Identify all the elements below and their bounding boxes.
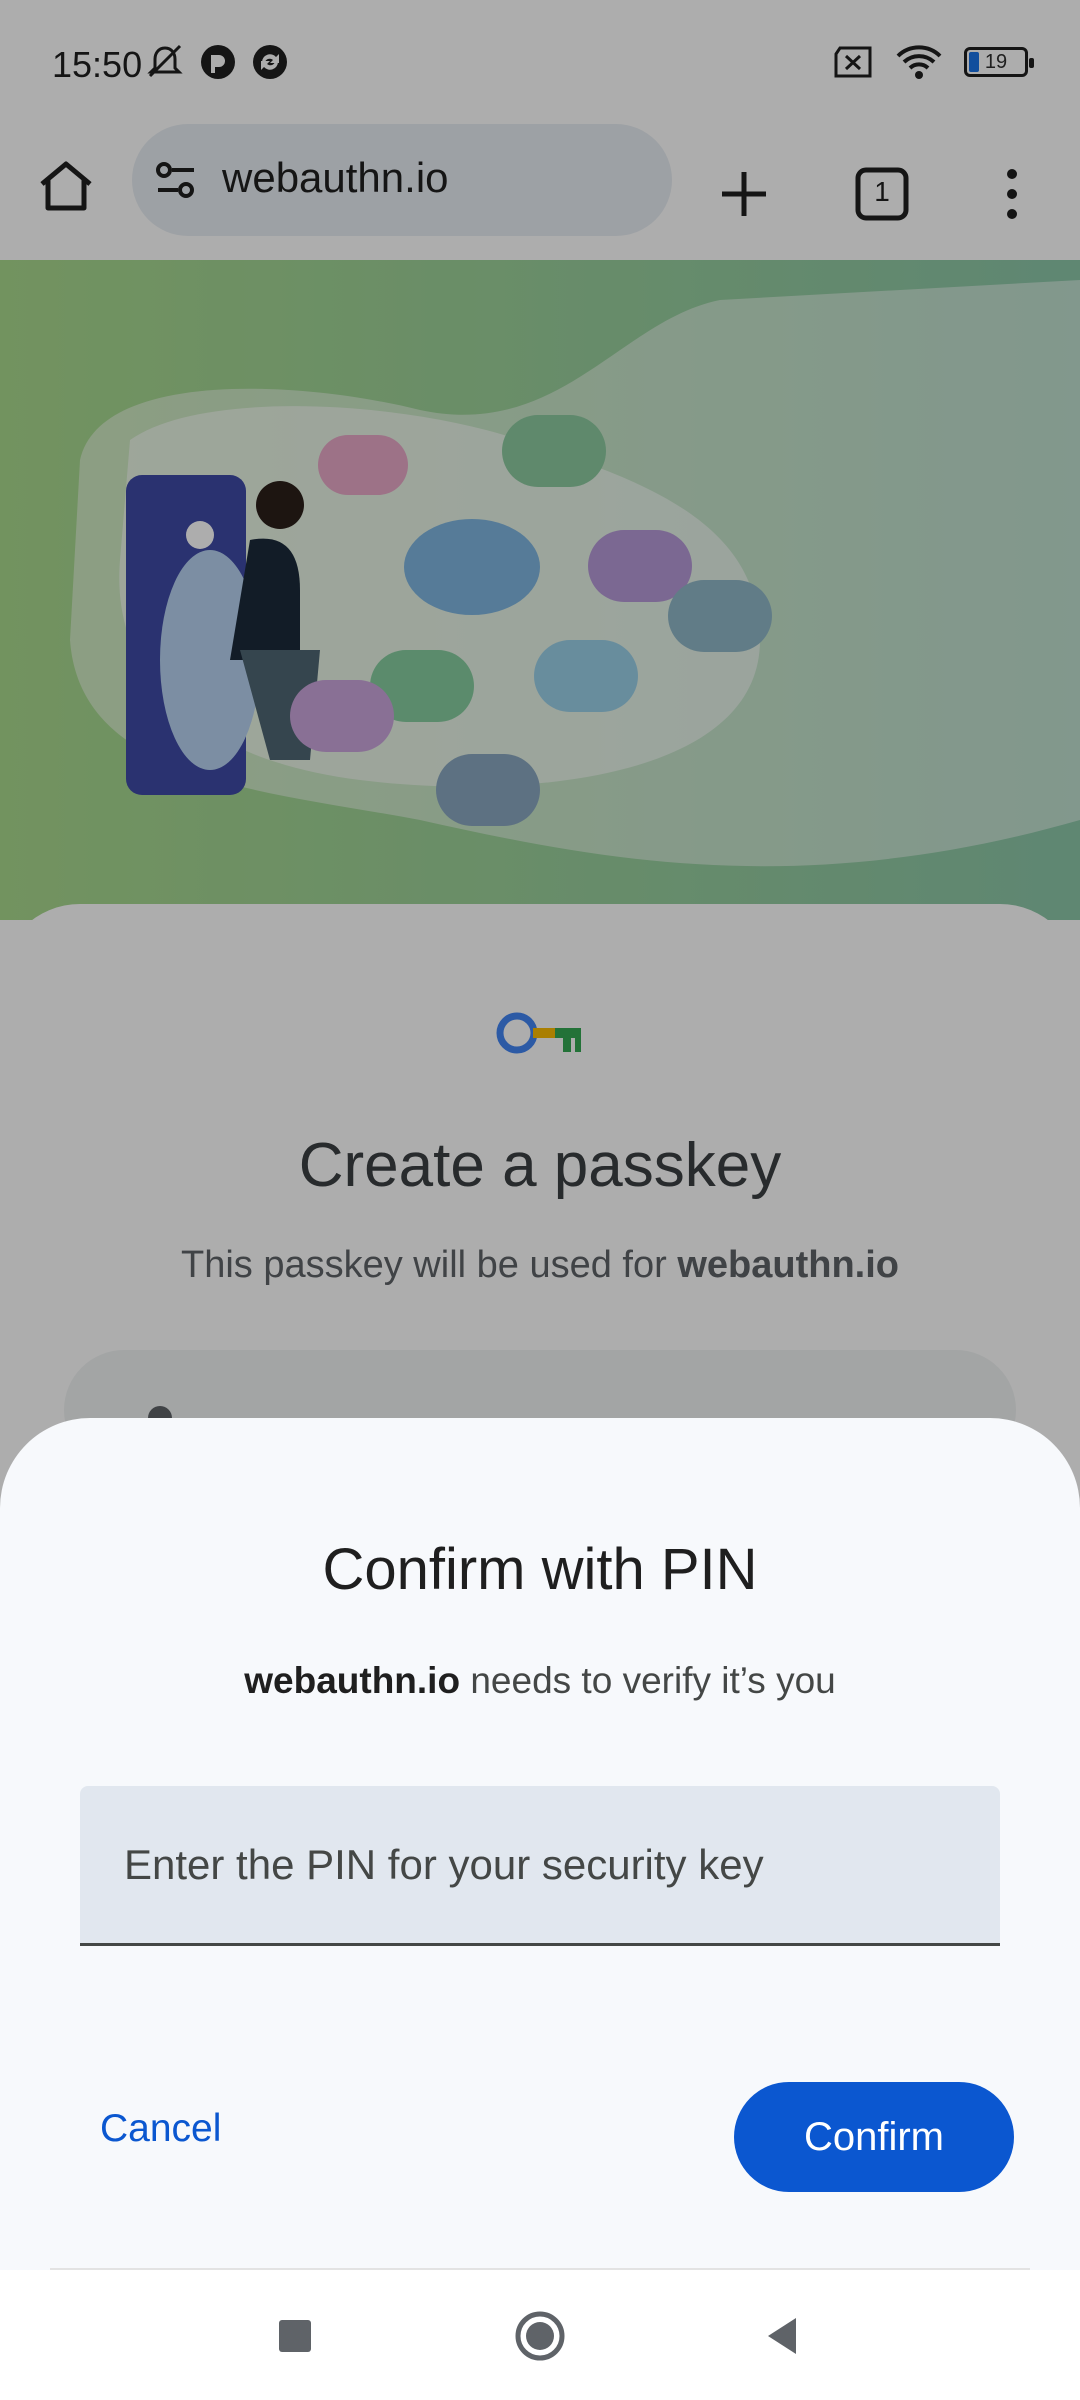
battery-level: 19 bbox=[984, 51, 1008, 73]
dialog-title: Confirm with PIN bbox=[322, 1537, 758, 1602]
pin-input[interactable] bbox=[80, 1786, 1000, 1946]
dialog-message: webauthn.io needs to verify it’s you bbox=[0, 1660, 1080, 1702]
confirm-button[interactable]: Confirm bbox=[734, 2082, 1014, 2192]
dialog-message-text: needs to verify it’s you bbox=[460, 1660, 836, 1701]
cancel-button[interactable]: Cancel bbox=[70, 2094, 251, 2164]
back-icon[interactable] bbox=[754, 2308, 810, 2364]
home-circle-icon[interactable] bbox=[512, 2308, 568, 2364]
dialog-site: webauthn.io bbox=[244, 1660, 461, 1701]
recents-icon[interactable] bbox=[267, 2308, 323, 2364]
system-nav-bar bbox=[0, 2270, 1080, 2400]
